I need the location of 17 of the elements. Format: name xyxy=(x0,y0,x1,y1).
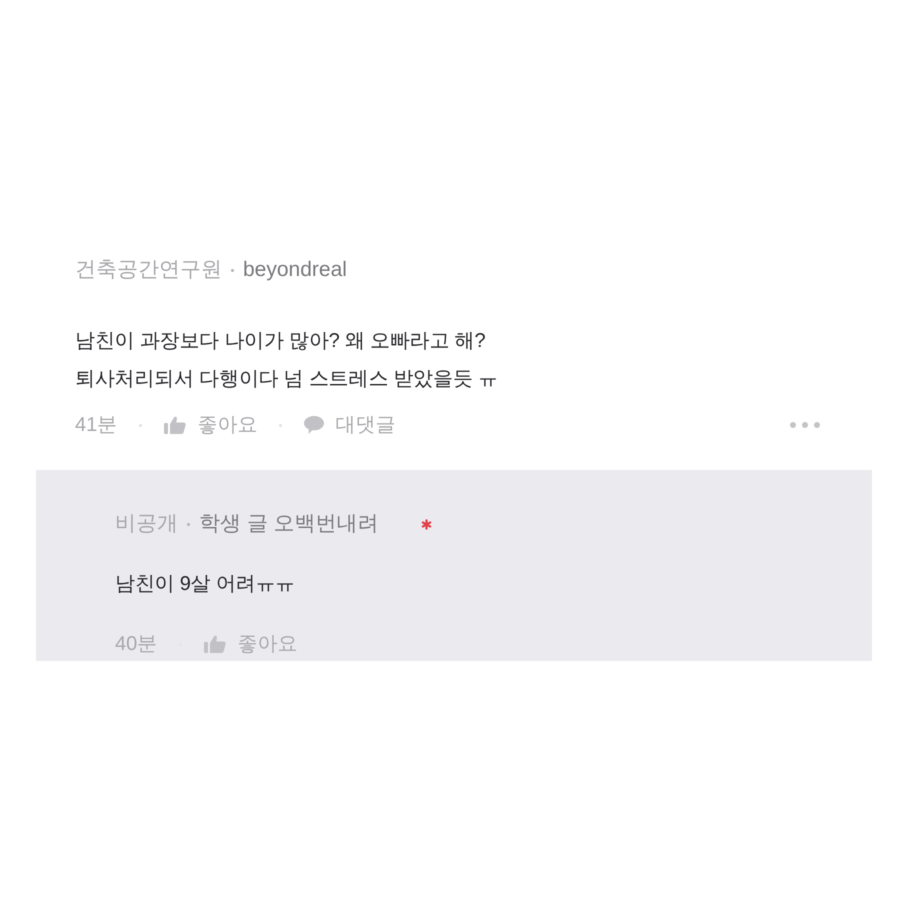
like-button[interactable]: 좋아요 xyxy=(164,410,258,440)
more-menu-icon[interactable] xyxy=(790,422,820,428)
comment-text: 남친이 9살 어려ㅠㅠ xyxy=(115,572,296,597)
username-label: beyondreal xyxy=(243,257,347,283)
reply-button[interactable]: 대댓글 xyxy=(304,410,396,440)
like-button[interactable]: 좋아요 xyxy=(204,629,298,659)
timestamp: 40분 xyxy=(115,632,158,657)
thumbs-up-icon xyxy=(204,635,226,653)
department-label: 건축공간연구원 xyxy=(75,257,222,283)
separator-dot-icon xyxy=(231,268,234,272)
timestamp: 41분 xyxy=(75,413,118,438)
speech-bubble-icon xyxy=(304,416,324,434)
username-label: 학생 글 오백번내려 xyxy=(199,511,379,537)
department-label: 비공개 xyxy=(115,511,178,537)
thumbs-up-icon xyxy=(164,416,186,434)
separator-dot-icon xyxy=(187,522,190,526)
comment-text: 남친이 과장보다 나이가 많아? 왜 오빠라고 해? 퇴사처리되서 다행이다 넘 스트레스 받았을듯 ㅠ xyxy=(75,329,499,392)
